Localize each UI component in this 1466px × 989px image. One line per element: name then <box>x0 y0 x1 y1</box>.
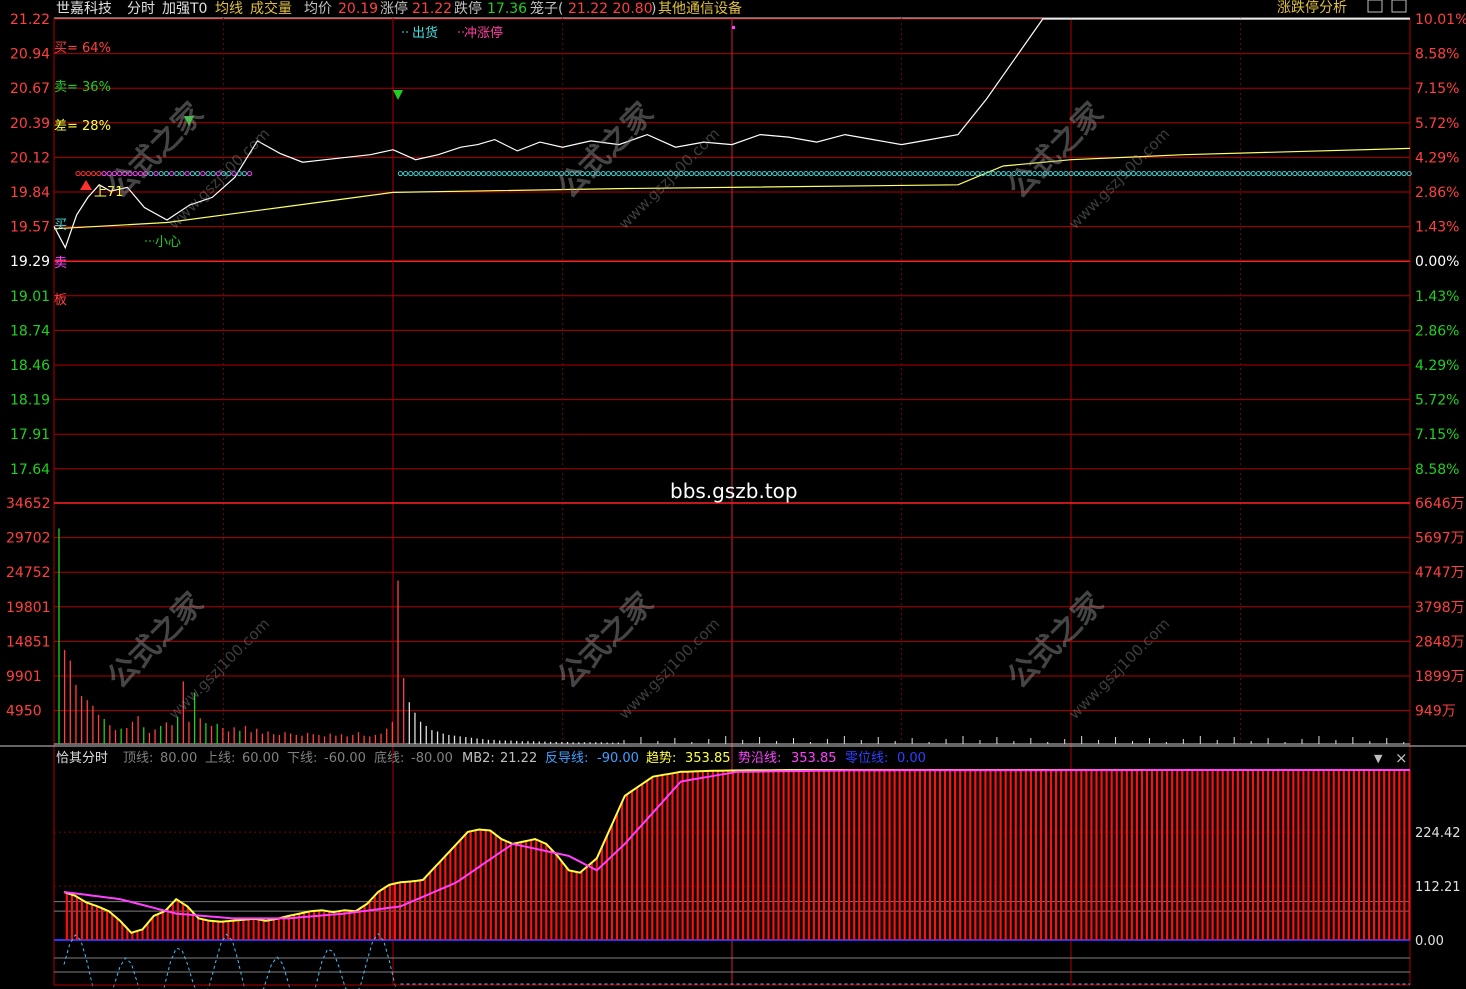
bottom-line-label: 底线: <box>374 750 404 766</box>
volume-right-tick-label: 3798万 <box>1415 600 1465 616</box>
buy-marker: 买 <box>54 218 67 233</box>
pct-tick-label: 2.86% <box>1415 323 1459 339</box>
price-tick-label: 20.39 <box>10 116 50 132</box>
volume-tick-label: 9901 <box>6 669 42 685</box>
edge-line-value: 353.85 <box>791 751 837 766</box>
guide-line-value: -90.00 <box>597 751 639 766</box>
pct-tick-label: 1.43% <box>1415 289 1459 305</box>
guide-line-label: 反导线: <box>545 751 588 766</box>
stock-name[interactable]: 世嘉科技 <box>56 1 112 17</box>
price-tick-label: 17.91 <box>10 427 50 443</box>
upper-line-value: 60.00 <box>242 751 279 766</box>
pct-tick-label: 2.86% <box>1415 185 1459 201</box>
trend-value: 353.85 <box>685 751 731 766</box>
stock-chart: 世嘉科技 分时 加强T0 均线 成交量 均价 20.19 涨停 21.22 跌停… <box>0 0 1466 989</box>
sector-name[interactable]: 其他通信设备 <box>658 0 742 17</box>
pct-tick-label: 1.43% <box>1415 220 1459 236</box>
indicator-tick-label: 224.42 <box>1415 826 1461 841</box>
volume-tick-label: 19801 <box>6 600 51 616</box>
volume-right-tick-label: 5697万 <box>1415 531 1465 547</box>
pct-tick-label: 4.29% <box>1415 150 1459 166</box>
avg-price-label: 均价 <box>304 1 332 17</box>
sell-marker: 卖 <box>54 256 67 271</box>
volume-right-tick-label: 6646万 <box>1415 496 1465 512</box>
limit-analysis-title[interactable]: 涨跌停分析 <box>1277 0 1347 16</box>
close-icon[interactable]: × <box>1395 749 1408 767</box>
legend-avg-line: 均线 <box>215 1 243 17</box>
limit-down-label: 跌停 <box>454 0 482 17</box>
volume-tick-label: 14851 <box>6 634 51 650</box>
indicator-tick-label: 0.00 <box>1415 934 1444 949</box>
price-tick-label: 20.94 <box>10 47 50 63</box>
price-tick-label: 21.22 <box>10 12 50 28</box>
price-tick-label: 18.46 <box>10 358 50 374</box>
caution-label: 小心 <box>155 235 181 250</box>
volume-tick-label: 24752 <box>6 565 51 581</box>
zero-line-value: 0.00 <box>897 751 926 766</box>
price-tick-label: 19.57 <box>10 220 50 236</box>
bottom-line-value: -80.00 <box>411 751 453 766</box>
price-tick-label: 17.64 <box>10 462 50 478</box>
avg-price-value: 20.19 <box>338 1 378 17</box>
pct-tick-label: 7.15% <box>1415 81 1459 97</box>
mode-label[interactable]: 分时 <box>127 1 155 17</box>
upper-line-label: 上线: <box>205 751 235 766</box>
dropdown-icon[interactable]: ▼ <box>1374 752 1383 765</box>
cage-close: ) <box>651 1 656 17</box>
lower-line-value: -60.00 <box>324 751 366 766</box>
price-tick-label: 19.84 <box>10 185 50 201</box>
volume-right-tick-label: 2848万 <box>1415 634 1465 650</box>
site-watermark: bbs.gszb.top <box>670 479 798 503</box>
limit-marker <box>732 26 735 29</box>
price-tick-label: 19.29 <box>10 254 50 270</box>
limit-up-value: 21.22 <box>412 1 452 17</box>
limit-down-value: 17.36 <box>487 1 527 17</box>
pct-tick-label: 4.29% <box>1415 358 1459 374</box>
pct-tick-label: 7.15% <box>1415 427 1459 443</box>
indicator-name[interactable]: 恰其分时 <box>56 751 108 766</box>
volume-right-tick-label: 4747万 <box>1415 565 1465 581</box>
price-tick-label: 18.74 <box>10 323 50 339</box>
price-tick-label: 20.12 <box>10 150 50 166</box>
pct-tick-label: 8.58% <box>1415 462 1459 478</box>
trend-label: 趋势: <box>646 750 676 766</box>
diff-ratio: 差= 28% <box>54 119 111 134</box>
price-tick-label: 18.19 <box>10 393 50 409</box>
sell-point-label: 出货 <box>412 25 438 41</box>
price-tick-label: 19.01 <box>10 289 50 305</box>
volume-tick-label: 4950 <box>6 704 42 720</box>
pct-tick-label: 10.01% <box>1415 12 1466 28</box>
cage-label: 笼子( <box>530 0 563 17</box>
pct-tick-label: 5.72% <box>1415 116 1459 132</box>
volume-tick-label: 29702 <box>6 531 51 547</box>
indicator-tick-label: 112.21 <box>1415 880 1461 895</box>
pct-tick-label: 0.00% <box>1415 254 1459 270</box>
mb2-value: 21.22 <box>500 751 537 766</box>
volume-right-tick-label: 1899万 <box>1415 669 1465 685</box>
price-tick-label: 20.67 <box>10 81 50 97</box>
board-marker: 板 <box>54 293 67 308</box>
cage-value: 21.22 20.80 <box>568 1 653 17</box>
volume-right-tick-label: 949万 <box>1415 704 1456 720</box>
edge-line-label: 势沿线: <box>738 750 781 766</box>
volume-tick-label: 34652 <box>6 496 51 512</box>
indicator-label[interactable]: 加强T0 <box>162 1 207 17</box>
legend-volume: 成交量 <box>250 0 292 17</box>
pct-tick-label: 8.58% <box>1415 47 1459 63</box>
top-line-value: 80.00 <box>160 751 197 766</box>
rush-limit-label: 冲涨停 <box>464 25 503 41</box>
buy-ratio: 买= 64% <box>54 41 111 56</box>
pct-tick-label: 5.72% <box>1415 393 1459 409</box>
sell-ratio: 卖= 36% <box>54 80 111 95</box>
mb2-label: MB2: <box>462 751 495 766</box>
zero-line-label: 零位线: <box>845 751 888 766</box>
top-line-label: 顶线: <box>123 751 153 766</box>
lower-line-label: 下线: <box>287 751 317 766</box>
limit-up-label: 涨停 <box>380 0 408 17</box>
